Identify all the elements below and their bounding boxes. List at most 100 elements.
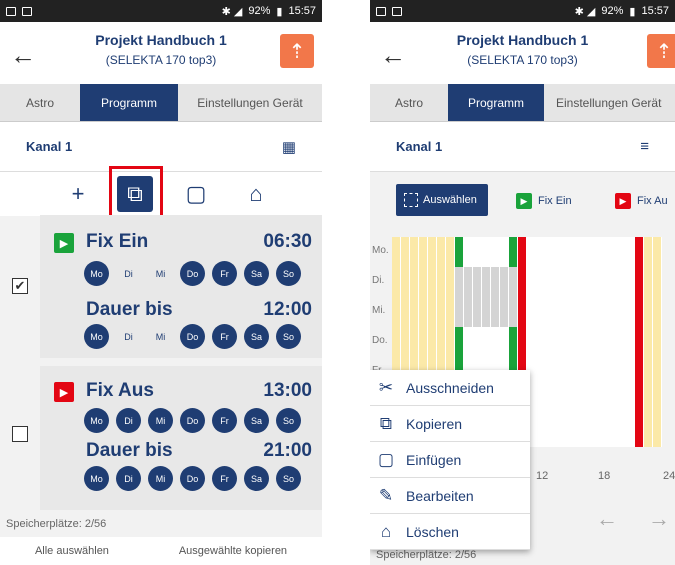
schedule-cell[interactable] — [401, 297, 410, 327]
schedule-cell[interactable] — [572, 327, 581, 357]
schedule-cell[interactable] — [635, 297, 644, 327]
schedule-cell[interactable] — [653, 237, 662, 267]
schedule-cell[interactable] — [599, 387, 608, 417]
schedule-cell[interactable] — [581, 327, 590, 357]
menu-copy[interactable]: ⧉ Kopieren — [370, 406, 530, 442]
schedule-cell[interactable] — [437, 267, 446, 297]
schedule-cell[interactable] — [437, 237, 446, 267]
schedule-cell[interactable] — [599, 297, 608, 327]
schedule-cell[interactable] — [590, 387, 599, 417]
entry-fix-aus[interactable]: ▶ Fix Aus 13:00 Mo Di Mi Do Fr Sa So Dau… — [40, 366, 322, 510]
schedule-cell[interactable] — [608, 387, 617, 417]
schedule-cell[interactable] — [428, 267, 437, 297]
schedule-cell[interactable] — [446, 327, 455, 357]
schedule-cell[interactable] — [392, 267, 401, 297]
schedule-cell[interactable] — [545, 357, 554, 387]
schedule-cell[interactable] — [536, 417, 545, 447]
schedule-cell[interactable] — [428, 237, 437, 267]
schedule-cell[interactable] — [401, 237, 410, 267]
schedule-cell[interactable] — [410, 297, 419, 327]
schedule-cell[interactable] — [536, 237, 545, 267]
schedule-cell[interactable] — [581, 267, 590, 297]
schedule-cell[interactable] — [518, 327, 527, 357]
schedule-cell[interactable] — [590, 417, 599, 447]
schedule-cell[interactable] — [563, 267, 572, 297]
prev-arrow-icon[interactable]: ← — [596, 506, 618, 532]
menu-paste[interactable]: ▢ Einfügen — [370, 442, 530, 478]
schedule-cell[interactable] — [473, 267, 482, 297]
schedule-cell[interactable] — [464, 267, 473, 297]
schedule-cell[interactable] — [644, 297, 653, 327]
schedule-cell[interactable] — [581, 387, 590, 417]
schedule-cell[interactable] — [491, 237, 500, 267]
schedule-cell[interactable] — [536, 267, 545, 297]
schedule-cell[interactable] — [545, 327, 554, 357]
schedule-cell[interactable] — [545, 417, 554, 447]
schedule-cell[interactable] — [482, 237, 491, 267]
tab-astro[interactable]: Astro — [0, 84, 80, 121]
schedule-cell[interactable] — [527, 237, 536, 267]
schedule-cell[interactable] — [473, 327, 482, 357]
schedule-cell[interactable] — [545, 387, 554, 417]
schedule-cell[interactable] — [482, 267, 491, 297]
schedule-cell[interactable] — [653, 297, 662, 327]
schedule-cell[interactable] — [626, 267, 635, 297]
tab-programm[interactable]: Programm — [448, 84, 544, 121]
schedule-cell[interactable] — [644, 327, 653, 357]
schedule-cell[interactable] — [473, 237, 482, 267]
schedule-cell[interactable] — [455, 327, 464, 357]
schedule-cell[interactable] — [572, 357, 581, 387]
schedule-cell[interactable] — [554, 327, 563, 357]
paste-icon[interactable]: ▢ — [178, 176, 214, 212]
schedule-cell[interactable] — [410, 237, 419, 267]
schedule-cell[interactable] — [635, 387, 644, 417]
schedule-cell[interactable] — [590, 267, 599, 297]
schedule-cell[interactable] — [563, 417, 572, 447]
schedule-cell[interactable] — [608, 327, 617, 357]
schedule-cell[interactable] — [419, 327, 428, 357]
antenna-icon[interactable]: ⇡ — [280, 34, 314, 68]
schedule-cell[interactable] — [599, 327, 608, 357]
schedule-cell[interactable] — [599, 267, 608, 297]
schedule-cell[interactable] — [392, 327, 401, 357]
schedule-cell[interactable] — [554, 297, 563, 327]
schedule-cell[interactable] — [653, 267, 662, 297]
schedule-cell[interactable] — [653, 357, 662, 387]
schedule-cell[interactable] — [437, 297, 446, 327]
schedule-cell[interactable] — [572, 387, 581, 417]
schedule-cell[interactable] — [554, 237, 563, 267]
schedule-cell[interactable] — [419, 267, 428, 297]
schedule-cell[interactable] — [644, 357, 653, 387]
schedule-cell[interactable] — [626, 387, 635, 417]
schedule-cell[interactable] — [554, 267, 563, 297]
schedule-cell[interactable] — [635, 237, 644, 267]
schedule-cell[interactable] — [581, 357, 590, 387]
next-arrow-icon[interactable]: → — [648, 506, 670, 532]
delete-icon[interactable]: ⌂ — [238, 176, 274, 212]
schedule-cell[interactable] — [626, 357, 635, 387]
schedule-cell[interactable] — [635, 267, 644, 297]
schedule-cell[interactable] — [500, 327, 509, 357]
schedule-cell[interactable] — [491, 267, 500, 297]
schedule-cell[interactable] — [491, 297, 500, 327]
schedule-cell[interactable] — [554, 387, 563, 417]
schedule-cell[interactable] — [500, 267, 509, 297]
schedule-cell[interactable] — [617, 237, 626, 267]
schedule-cell[interactable] — [608, 297, 617, 327]
schedule-cell[interactable] — [392, 237, 401, 267]
schedule-cell[interactable] — [509, 327, 518, 357]
schedule-cell[interactable] — [554, 357, 563, 387]
copy-selected-button[interactable]: Ausgewählte kopieren — [179, 545, 287, 557]
schedule-cell[interactable] — [617, 297, 626, 327]
schedule-cell[interactable] — [455, 297, 464, 327]
schedule-cell[interactable] — [635, 327, 644, 357]
schedule-cell[interactable] — [644, 237, 653, 267]
schedule-cell[interactable] — [572, 297, 581, 327]
schedule-cell[interactable] — [563, 297, 572, 327]
schedule-cell[interactable] — [545, 267, 554, 297]
schedule-cell[interactable] — [590, 237, 599, 267]
schedule-cell[interactable] — [626, 417, 635, 447]
schedule-cell[interactable] — [617, 357, 626, 387]
schedule-cell[interactable] — [536, 357, 545, 387]
schedule-cell[interactable] — [599, 417, 608, 447]
